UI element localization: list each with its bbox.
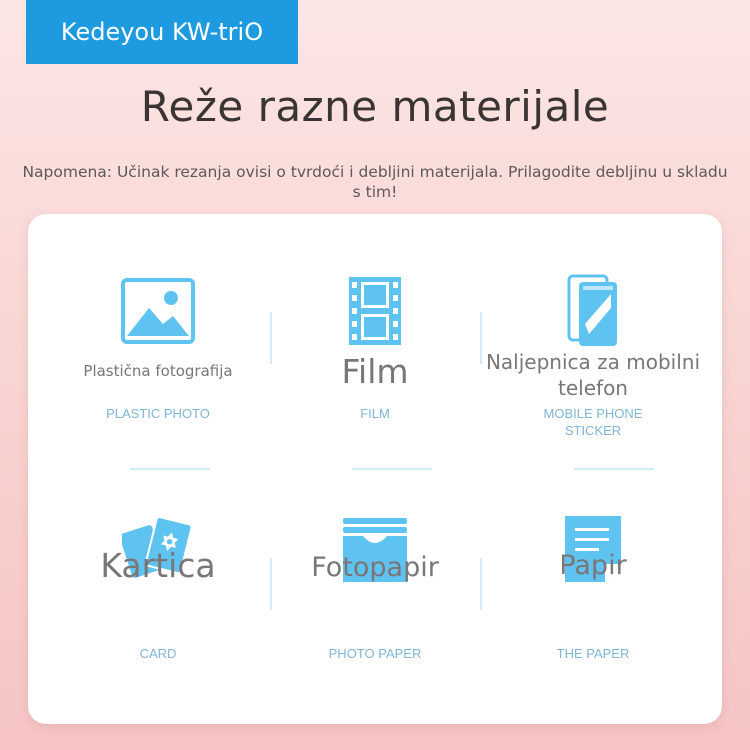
materials-card: Plastična fotografija PLASTIC PHOTO Film… [28, 214, 722, 724]
material-label: Papir [559, 550, 627, 581]
material-label: Naljepnica za mobilni telefon [485, 350, 701, 400]
film-icon [349, 277, 401, 345]
material-label: Kartica [100, 546, 216, 585]
brand-text: Kedeyou KW-triO [60, 18, 264, 46]
material-label: Film [341, 352, 409, 391]
material-sub: PLASTIC PHOTO [106, 406, 210, 421]
brand-badge: Kedeyou KW-triO [26, 0, 298, 64]
material-plastic-photo: Plastična fotografija PLASTIC PHOTO [48, 214, 268, 454]
photo-icon [121, 278, 195, 344]
material-card: Kartica CARD [48, 474, 268, 714]
material-paper: Papir THE PAPER [483, 474, 703, 714]
divider [352, 468, 432, 470]
page-title: Reže razne materijale [140, 82, 610, 131]
material-label: Plastična fotografija [83, 362, 233, 380]
material-phone-sticker: Naljepnica za mobilni telefon MOBILE PHO… [483, 214, 703, 454]
material-sub: FILM [360, 406, 390, 421]
material-film: Film FILM [265, 214, 485, 454]
note-text: Napomena: Učinak rezanja ovisi o tvrdoći… [22, 163, 728, 201]
material-sub: PHOTO PAPER [328, 646, 422, 661]
material-photo-paper: Fotopapir PHOTO PAPER [265, 474, 485, 714]
material-sub: THE PAPER [556, 646, 630, 661]
material-sub: MOBILE PHONE STICKER [543, 406, 643, 438]
divider [270, 312, 272, 364]
phone-sticker-icon [567, 274, 617, 346]
divider [574, 468, 654, 470]
material-sub: CARD [139, 646, 177, 661]
material-label: Fotopapir [311, 552, 439, 583]
divider [480, 312, 482, 364]
divider [130, 468, 210, 470]
